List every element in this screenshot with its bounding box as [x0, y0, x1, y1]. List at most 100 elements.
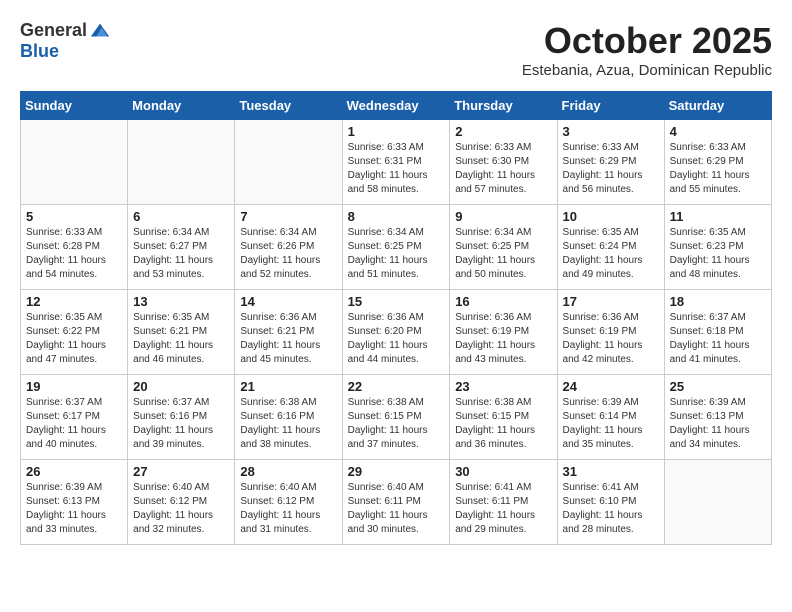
day-info: Sunrise: 6:36 AM Sunset: 6:19 PM Dayligh…: [455, 311, 551, 367]
day-info: Sunrise: 6:41 AM Sunset: 6:10 PM Dayligh…: [563, 481, 659, 537]
calendar-cell: [128, 120, 235, 205]
day-number: 23: [455, 379, 551, 394]
calendar-table: SundayMondayTuesdayWednesdayThursdayFrid…: [20, 91, 772, 545]
day-number: 15: [348, 294, 445, 309]
day-info: Sunrise: 6:34 AM Sunset: 6:27 PM Dayligh…: [133, 226, 229, 282]
calendar-cell: 20 Sunrise: 6:37 AM Sunset: 6:16 PM Dayli…: [128, 375, 235, 460]
calendar-cell: 28Sunrise: 6:40 AM Sunset: 6:12 PM Dayli…: [235, 460, 342, 545]
day-number: 3: [563, 124, 659, 139]
logo-blue: Blue: [20, 41, 59, 61]
day-number: 22: [348, 379, 445, 394]
day-number: 13: [133, 294, 229, 309]
calendar-cell: 14Sunrise: 6:36 AM Sunset: 6:21 PM Dayli…: [235, 290, 342, 375]
week-row-3: 12 Sunrise: 6:35 AM Sunset: 6:22 PM Dayli…: [21, 290, 772, 375]
day-number: 7: [240, 209, 336, 224]
day-number: 16: [455, 294, 551, 309]
day-info: Sunrise: 6:36 AM Sunset: 6:21 PM Dayligh…: [240, 311, 336, 367]
calendar-cell: 17Sunrise: 6:36 AM Sunset: 6:19 PM Dayli…: [557, 290, 664, 375]
week-row-1: 1 Sunrise: 6:33 AM Sunset: 6:31 PM Daylig…: [21, 120, 772, 205]
page-header: General Blue October 2025 Estebania, Azu…: [20, 20, 772, 79]
day-number: 28: [240, 464, 336, 479]
day-info: Sunrise: 6:36 AM Sunset: 6:20 PM Dayligh…: [348, 311, 445, 367]
day-number: 19: [26, 379, 122, 394]
day-info: Sunrise: 6:38 AM Sunset: 6:15 PM Dayligh…: [455, 396, 551, 452]
day-info: Sunrise: 6:35 AM Sunset: 6:24 PM Dayligh…: [563, 226, 659, 282]
day-number: 25: [670, 379, 766, 394]
day-info: Sunrise: 6:35 AM Sunset: 6:23 PM Dayligh…: [670, 226, 766, 282]
calendar-cell: 1 Sunrise: 6:33 AM Sunset: 6:31 PM Daylig…: [342, 120, 450, 205]
day-info: Sunrise: 6:33 AM Sunset: 6:31 PM Dayligh…: [348, 141, 445, 197]
day-number: 18: [670, 294, 766, 309]
calendar-cell: 30 Sunrise: 6:41 AM Sunset: 6:11 PM Dayli…: [450, 460, 557, 545]
day-info: Sunrise: 6:34 AM Sunset: 6:25 PM Dayligh…: [455, 226, 551, 282]
day-number: 29: [348, 464, 445, 479]
calendar-cell: 27 Sunrise: 6:40 AM Sunset: 6:12 PM Dayli…: [128, 460, 235, 545]
day-info: Sunrise: 6:40 AM Sunset: 6:12 PM Dayligh…: [133, 481, 229, 537]
calendar-cell: 4 Sunrise: 6:33 AM Sunset: 6:29 PM Daylig…: [664, 120, 771, 205]
day-info: Sunrise: 6:37 AM Sunset: 6:18 PM Dayligh…: [670, 311, 766, 367]
weekday-header-wednesday: Wednesday: [342, 92, 450, 120]
day-info: Sunrise: 6:39 AM Sunset: 6:14 PM Dayligh…: [563, 396, 659, 452]
day-info: Sunrise: 6:40 AM Sunset: 6:11 PM Dayligh…: [348, 481, 445, 537]
location: Estebania, Azua, Dominican Republic: [522, 62, 772, 79]
day-info: Sunrise: 6:35 AM Sunset: 6:22 PM Dayligh…: [26, 311, 122, 367]
day-number: 31: [563, 464, 659, 479]
weekday-header-saturday: Saturday: [664, 92, 771, 120]
calendar-cell: 21Sunrise: 6:38 AM Sunset: 6:16 PM Dayli…: [235, 375, 342, 460]
calendar-cell: 31 Sunrise: 6:41 AM Sunset: 6:10 PM Dayli…: [557, 460, 664, 545]
day-number: 5: [26, 209, 122, 224]
day-number: 8: [348, 209, 445, 224]
week-row-5: 26 Sunrise: 6:39 AM Sunset: 6:13 PM Dayli…: [21, 460, 772, 545]
calendar-cell: 29 Sunrise: 6:40 AM Sunset: 6:11 PM Dayli…: [342, 460, 450, 545]
day-info: Sunrise: 6:34 AM Sunset: 6:25 PM Dayligh…: [348, 226, 445, 282]
day-number: 24: [563, 379, 659, 394]
day-number: 17: [563, 294, 659, 309]
day-info: Sunrise: 6:33 AM Sunset: 6:29 PM Dayligh…: [670, 141, 766, 197]
day-number: 9: [455, 209, 551, 224]
calendar-cell: 24 Sunrise: 6:39 AM Sunset: 6:14 PM Dayli…: [557, 375, 664, 460]
weekday-header-row: SundayMondayTuesdayWednesdayThursdayFrid…: [21, 92, 772, 120]
calendar-cell: 26 Sunrise: 6:39 AM Sunset: 6:13 PM Dayli…: [21, 460, 128, 545]
calendar-cell: 13 Sunrise: 6:35 AM Sunset: 6:21 PM Dayli…: [128, 290, 235, 375]
day-number: 20: [133, 379, 229, 394]
calendar-cell: 25 Sunrise: 6:39 AM Sunset: 6:13 PM Dayli…: [664, 375, 771, 460]
week-row-4: 19 Sunrise: 6:37 AM Sunset: 6:17 PM Dayli…: [21, 375, 772, 460]
day-info: Sunrise: 6:39 AM Sunset: 6:13 PM Dayligh…: [26, 481, 122, 537]
calendar-cell: 9 Sunrise: 6:34 AM Sunset: 6:25 PM Daylig…: [450, 205, 557, 290]
day-info: Sunrise: 6:33 AM Sunset: 6:29 PM Dayligh…: [563, 141, 659, 197]
calendar-cell: 19 Sunrise: 6:37 AM Sunset: 6:17 PM Dayli…: [21, 375, 128, 460]
calendar-cell: 5 Sunrise: 6:33 AM Sunset: 6:28 PM Daylig…: [21, 205, 128, 290]
day-number: 26: [26, 464, 122, 479]
weekday-header-tuesday: Tuesday: [235, 92, 342, 120]
day-info: Sunrise: 6:41 AM Sunset: 6:11 PM Dayligh…: [455, 481, 551, 537]
day-info: Sunrise: 6:39 AM Sunset: 6:13 PM Dayligh…: [670, 396, 766, 452]
month-title: October 2025: [522, 20, 772, 62]
calendar-cell: 23 Sunrise: 6:38 AM Sunset: 6:15 PM Dayli…: [450, 375, 557, 460]
weekday-header-sunday: Sunday: [21, 92, 128, 120]
day-number: 10: [563, 209, 659, 224]
calendar-cell: 16 Sunrise: 6:36 AM Sunset: 6:19 PM Dayli…: [450, 290, 557, 375]
day-number: 27: [133, 464, 229, 479]
day-number: 1: [348, 124, 445, 139]
day-number: 12: [26, 294, 122, 309]
day-number: 6: [133, 209, 229, 224]
day-info: Sunrise: 6:33 AM Sunset: 6:30 PM Dayligh…: [455, 141, 551, 197]
calendar-cell: 12 Sunrise: 6:35 AM Sunset: 6:22 PM Dayli…: [21, 290, 128, 375]
day-info: Sunrise: 6:33 AM Sunset: 6:28 PM Dayligh…: [26, 226, 122, 282]
title-block: October 2025 Estebania, Azua, Dominican …: [522, 20, 772, 79]
day-info: Sunrise: 6:38 AM Sunset: 6:16 PM Dayligh…: [240, 396, 336, 452]
logo-general: General: [20, 21, 87, 41]
weekday-header-monday: Monday: [128, 92, 235, 120]
day-number: 4: [670, 124, 766, 139]
weekday-header-friday: Friday: [557, 92, 664, 120]
day-info: Sunrise: 6:37 AM Sunset: 6:16 PM Dayligh…: [133, 396, 229, 452]
week-row-2: 5 Sunrise: 6:33 AM Sunset: 6:28 PM Daylig…: [21, 205, 772, 290]
calendar-cell: [21, 120, 128, 205]
logo: General Blue: [20, 20, 111, 62]
day-info: Sunrise: 6:37 AM Sunset: 6:17 PM Dayligh…: [26, 396, 122, 452]
day-number: 30: [455, 464, 551, 479]
day-info: Sunrise: 6:35 AM Sunset: 6:21 PM Dayligh…: [133, 311, 229, 367]
calendar-cell: [235, 120, 342, 205]
calendar-cell: 8 Sunrise: 6:34 AM Sunset: 6:25 PM Daylig…: [342, 205, 450, 290]
day-number: 2: [455, 124, 551, 139]
